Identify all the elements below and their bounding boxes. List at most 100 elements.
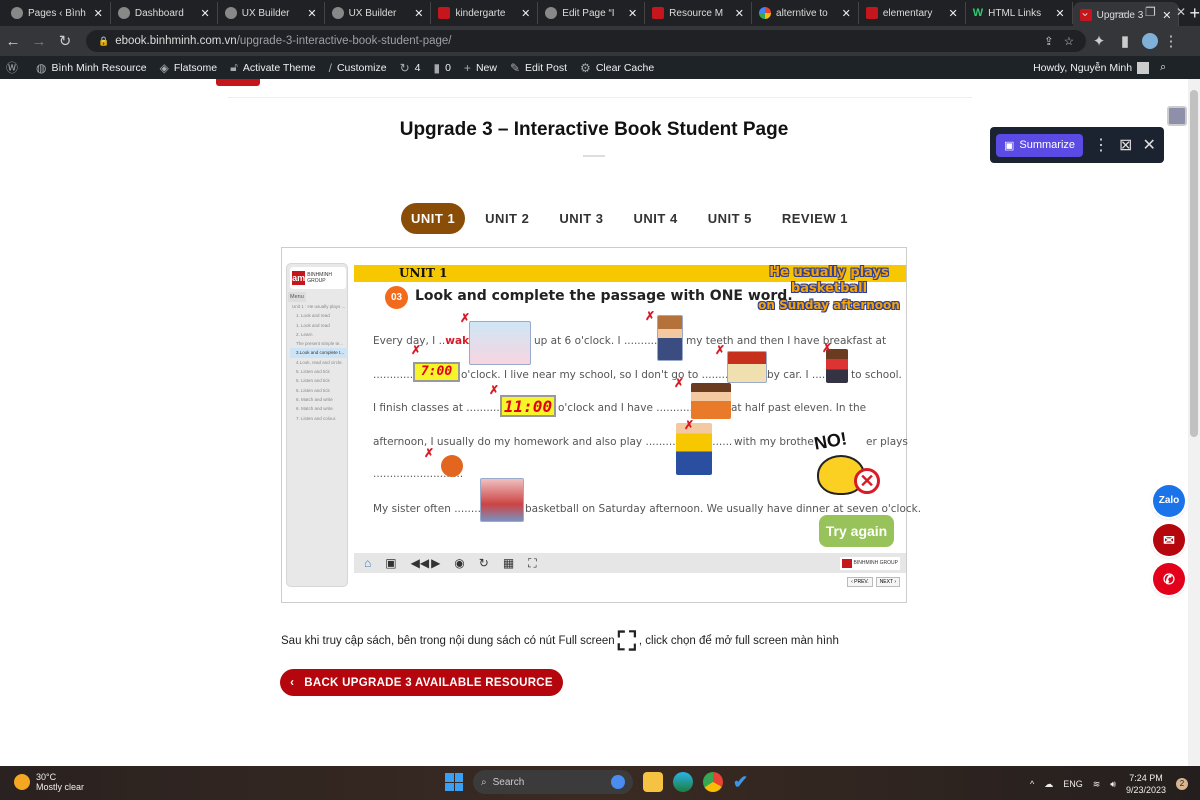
onedrive-icon[interactable]: ☁ (1044, 779, 1053, 790)
menu-icon[interactable]: ⋮ (1158, 32, 1184, 50)
eye-icon[interactable]: ◉ (454, 556, 464, 570)
todo-icon[interactable]: ✔ (733, 772, 753, 792)
close-window-icon[interactable]: ✕ (1176, 5, 1186, 19)
close-icon[interactable]: ✕ (1142, 135, 1155, 155)
close-tab-icon[interactable]: ✕ (842, 7, 851, 20)
book-menu-item[interactable]: 1. Look and read (290, 321, 348, 330)
unit-tab[interactable]: UNIT 1 (401, 203, 466, 234)
browser-tab[interactable]: Resource M ✕ (645, 2, 753, 24)
forward-icon[interactable]: → (26, 33, 52, 50)
browser-tab[interactable]: alterntive to ✕ (752, 2, 859, 24)
flipbook-frame[interactable]: am BINHMINH GROUP Menu Unit 1 : He usuall… (281, 247, 921, 603)
book-menu-item[interactable]: 5. Listen and tick (290, 367, 348, 376)
unit-tab[interactable]: REVIEW 1 (772, 203, 858, 234)
book-menu-item[interactable]: 3.Look and complete t... (290, 348, 348, 358)
lunch-image[interactable] (691, 383, 731, 419)
howdy-user[interactable]: Howdy, Nguyễn Minh ⌕ (1033, 61, 1166, 74)
edge-icon[interactable] (673, 772, 693, 792)
new-tab-button[interactable]: + (1189, 3, 1200, 24)
share-icon[interactable]: ⇪ (1044, 34, 1054, 48)
book-menu-item[interactable]: 1. Look and read (290, 311, 348, 320)
close-tab-icon[interactable]: ✕ (414, 7, 423, 20)
basketball-image[interactable] (441, 455, 463, 477)
book-menu-item[interactable]: Unit 1 : He usually plays ... (290, 302, 348, 311)
thumbnail-icon[interactable]: ▣ (385, 556, 396, 570)
language-indicator[interactable]: ENG (1063, 779, 1083, 789)
rotate-icon[interactable]: ↻ (479, 556, 489, 570)
wpbar-item[interactable]: ◈ Flatsome (160, 61, 217, 75)
browser-tab[interactable]: UX Builder ✕ (325, 2, 432, 24)
taskbar-search[interactable]: ⌕ Search (473, 770, 633, 794)
prev-button[interactable]: ‹ PREV. (847, 577, 873, 587)
close-tab-icon[interactable]: ✕ (949, 7, 958, 20)
wpbar-item[interactable]: 🔓︎ Activate Theme (230, 60, 316, 75)
search-icon[interactable]: ⌕ (1160, 61, 1166, 74)
wpbar-item[interactable]: ◍ Bình Minh Resource (36, 61, 147, 75)
reload-icon[interactable]: ↻ (52, 32, 78, 50)
browser-tab[interactable]: Dashboard ✕ (111, 2, 218, 24)
extension-icon[interactable] (1167, 106, 1187, 126)
close-tab-icon[interactable]: ✕ (521, 7, 530, 20)
unit-tab[interactable]: UNIT 3 (549, 203, 613, 234)
book-menu-item[interactable]: 4.Look, read and circle. (290, 358, 348, 367)
wpbar-item[interactable]: ⚙ Clear Cache (580, 61, 654, 75)
basketball-girl-image[interactable] (480, 478, 524, 522)
start-button[interactable] (445, 773, 463, 791)
weather-widget[interactable]: 30°C Mostly clear (14, 772, 84, 792)
hide-icon[interactable]: ⊠ (1119, 135, 1132, 155)
wpbar-item[interactable]: / Customize (329, 61, 387, 75)
back-icon[interactable]: ← (0, 33, 26, 50)
fullscreen-icon[interactable]: ⛶ (528, 556, 536, 571)
wpbar-item[interactable]: ✎ Edit Post (510, 61, 567, 75)
summarize-button[interactable]: ▣ Summarize (996, 133, 1084, 157)
wpbar-item[interactable]: ▮ 0 (433, 61, 450, 75)
close-tab-icon[interactable]: ✕ (735, 7, 744, 20)
wifi-icon[interactable]: ≋ (1093, 779, 1101, 790)
menu-label[interactable]: Menu (288, 292, 306, 302)
sidepanel-icon[interactable]: ▮ (1112, 32, 1138, 50)
maximize-icon[interactable]: ❐ (1145, 5, 1156, 19)
wpbar-item[interactable]: ↻ 4 (400, 61, 421, 75)
clock-image[interactable]: 11:00 (500, 395, 556, 417)
chevron-up-icon[interactable]: ^ (1030, 779, 1034, 789)
email-button[interactable]: ✉ (1153, 524, 1185, 556)
book-menu-item[interactable]: 2. Learn (290, 330, 348, 339)
extensions-icon[interactable]: ✦ (1086, 32, 1112, 50)
tab-search-icon[interactable]: ⌄ (1080, 5, 1090, 19)
previous-page-icon[interactable]: ◀◀ (411, 556, 429, 570)
browser-tab[interactable]: Pages ‹ Bình ✕ (4, 2, 111, 24)
clock-image[interactable]: 7:00 (413, 362, 460, 382)
volume-icon[interactable]: 🔊︎ (1110, 779, 1116, 790)
close-tab-icon[interactable]: ✕ (628, 7, 637, 20)
school-image[interactable] (727, 351, 767, 383)
book-menu-item[interactable]: 7. Listen and colour. (290, 414, 348, 423)
clock[interactable]: 7:24 PM 9/23/2023 (1126, 772, 1166, 796)
book-menu-item[interactable]: 6. Match and write (290, 404, 348, 413)
wpbar-item[interactable]: Ⓦ (6, 59, 23, 76)
file-explorer-icon[interactable] (643, 772, 663, 792)
close-tab-icon[interactable]: ✕ (307, 7, 316, 20)
browser-tab[interactable]: kindergarte ✕ (431, 2, 539, 24)
wpbar-item[interactable]: + New (464, 61, 497, 75)
profile-avatar[interactable] (1142, 33, 1158, 49)
browser-tab[interactable]: W HTML Links ✕ (966, 2, 1073, 24)
home-icon[interactable]: ⌂ (364, 556, 371, 570)
minimize-icon[interactable]: — (1115, 5, 1127, 19)
close-tab-icon[interactable]: ✕ (1162, 9, 1171, 22)
book-menu-item[interactable]: 6. Match and write (290, 395, 348, 404)
more-icon[interactable]: ⋮ (1093, 135, 1109, 155)
url-input[interactable]: 🔒 ebook.binhminh.com.vn/upgrade-3-intera… (86, 30, 1086, 52)
wake-up-image[interactable] (469, 321, 531, 365)
brushing-boy-image[interactable] (657, 315, 683, 361)
star-icon[interactable]: ☆ (1064, 34, 1074, 48)
zalo-button[interactable]: Zalo (1153, 485, 1185, 517)
book-menu-item[interactable]: 5. Listen and tick (290, 386, 348, 395)
notification-badge[interactable]: 2 (1176, 778, 1188, 790)
unit-tab[interactable]: UNIT 5 (698, 203, 762, 234)
book-menu-item[interactable]: 5. Listen and tick (290, 376, 348, 385)
chrome-icon[interactable] (703, 772, 723, 792)
book-menu-item[interactable]: The present simple te... (290, 339, 348, 348)
back-resource-button[interactable]: ‹ BACK UPGRADE 3 AVAILABLE RESOURCE (280, 669, 563, 696)
close-tab-icon[interactable]: ✕ (94, 7, 103, 20)
try-again-button[interactable]: Try again (819, 515, 894, 547)
